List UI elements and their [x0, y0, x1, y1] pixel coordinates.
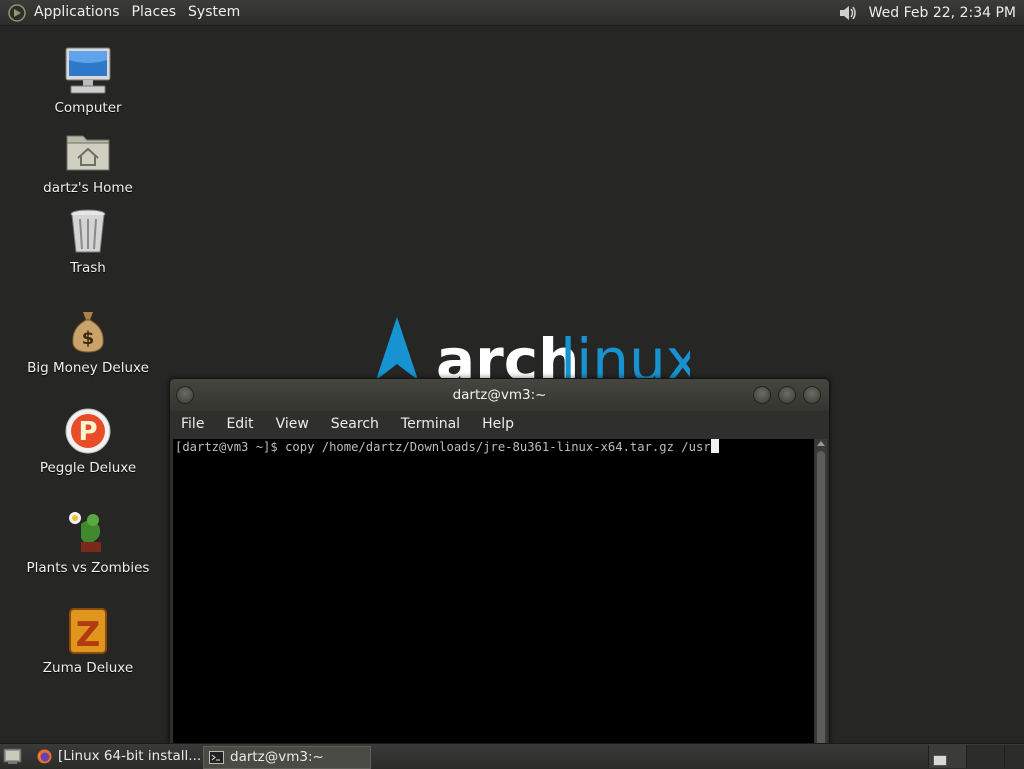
firefox-icon — [37, 749, 52, 764]
show-desktop-icon[interactable] — [3, 747, 22, 765]
terminal-output[interactable]: [dartz@vm3 ~]$ copy /home/dartz/Download… — [173, 439, 814, 749]
terminal-icon — [209, 751, 224, 764]
svg-text:P: P — [78, 417, 97, 447]
desktop-icon-computer[interactable]: Computer — [13, 46, 163, 116]
workspace-2[interactable] — [966, 745, 1005, 768]
desktop-icon-big-money[interactable]: $ Big Money Deluxe — [13, 306, 163, 376]
terminal-line: [dartz@vm3 ~]$ copy /home/dartz/Download… — [175, 439, 719, 455]
terminal-window[interactable]: dartz@vm3:~ File Edit View Search Termin… — [169, 378, 830, 750]
scrollbar-thumb[interactable] — [817, 451, 825, 747]
clock[interactable]: Wed Feb 22, 2:34 PM — [865, 5, 1020, 21]
desktop-icon-plants-vs-zombies[interactable]: Plants vs Zombies — [13, 506, 163, 576]
terminal-scrollbar[interactable] — [815, 439, 827, 749]
top-panel: Applications Places System Wed Feb 22, 2… — [0, 0, 1024, 26]
money-bag-icon: $ — [72, 312, 104, 353]
typed-command: copy /home/dartz/Downloads/jre-8u361-lin… — [285, 440, 711, 454]
applications-menu[interactable]: Applications — [28, 0, 126, 25]
menu-terminal[interactable]: Terminal — [390, 416, 471, 432]
volume-icon[interactable] — [837, 3, 859, 23]
desktop-icon-label: Peggle Deluxe — [39, 460, 137, 476]
computer-icon — [65, 47, 111, 94]
desktop-icon-label: Trash — [70, 260, 106, 276]
close-button[interactable] — [803, 386, 821, 404]
home-folder-icon — [66, 135, 110, 171]
scroll-up-arrow-icon[interactable] — [817, 441, 825, 446]
svg-text:$: $ — [82, 328, 95, 349]
places-menu[interactable]: Places — [126, 0, 183, 25]
desktop-icon-label: Computer — [54, 100, 122, 116]
svg-text:Z: Z — [76, 615, 101, 655]
maximize-button[interactable] — [778, 386, 796, 404]
peggle-icon: P — [65, 408, 111, 454]
desktop-icon-label: Big Money Deluxe — [27, 360, 149, 376]
plants-vs-zombies-icon — [69, 512, 101, 552]
shell-prompt: [dartz@vm3 ~]$ — [175, 440, 286, 454]
minimize-button[interactable] — [753, 386, 771, 404]
workspace-window-thumb — [933, 755, 947, 766]
bottom-panel: [Linux 64-bit install... dartz@vm3:~ — [0, 743, 1024, 769]
arch-linux-wallpaper-logo: arch linux — [376, 317, 690, 387]
desktop-icon-label: dartz's Home — [43, 180, 133, 196]
menu-edit[interactable]: Edit — [215, 416, 264, 432]
desktop-icon-label: Plants vs Zombies — [26, 560, 150, 576]
terminal-titlebar[interactable]: dartz@vm3:~ — [170, 379, 829, 411]
trash-icon — [70, 209, 106, 253]
text-cursor — [710, 439, 719, 453]
desktop-icon-peggle[interactable]: P Peggle Deluxe — [13, 406, 163, 476]
workspace-1[interactable] — [928, 745, 967, 768]
menu-view[interactable]: View — [265, 416, 320, 432]
window-title: dartz@vm3:~ — [452, 387, 547, 403]
taskbar-item-firefox[interactable]: [Linux 64-bit install... — [32, 746, 226, 767]
system-menu[interactable]: System — [182, 0, 246, 25]
menu-file[interactable]: File — [170, 416, 215, 432]
desktop-icon-zuma[interactable]: Z Zuma Deluxe — [13, 606, 163, 676]
desktop-icon-label: Zuma Deluxe — [42, 660, 134, 676]
desktop-icon-trash[interactable]: Trash — [13, 206, 163, 276]
terminal-menubar: File Edit View Search Terminal Help — [170, 411, 829, 437]
desktop-icon-home[interactable]: dartz's Home — [13, 126, 163, 196]
taskbar-item-label: [Linux 64-bit install... — [58, 748, 202, 764]
menu-search[interactable]: Search — [320, 416, 390, 432]
applications-logo-icon[interactable] — [8, 3, 26, 22]
zuma-icon: Z — [69, 608, 107, 655]
taskbar-item-label: dartz@vm3:~ — [230, 749, 324, 765]
menu-help[interactable]: Help — [471, 416, 525, 432]
workspace-3[interactable] — [1004, 745, 1024, 768]
taskbar-item-terminal[interactable]: dartz@vm3:~ — [203, 746, 371, 769]
